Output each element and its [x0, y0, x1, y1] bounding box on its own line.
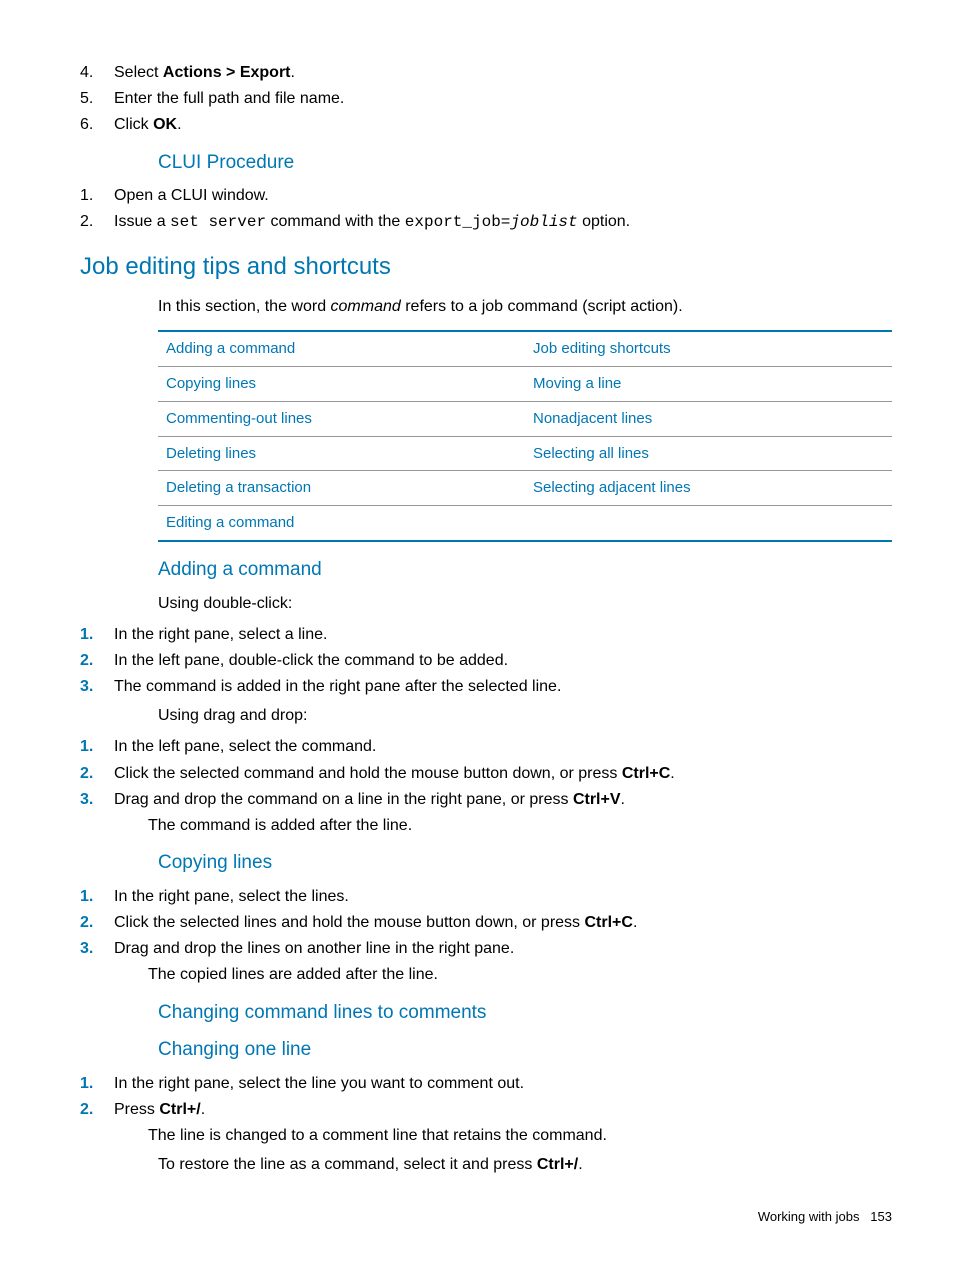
- table-row: Commenting-out linesNonadjacent lines: [158, 401, 892, 436]
- list-item: 1.In the right pane, select the lines.: [80, 885, 892, 908]
- list-item: 2.Click the selected lines and hold the …: [80, 911, 892, 934]
- topic-link[interactable]: Selecting all lines: [525, 436, 892, 471]
- topic-link-table: Adding a commandJob editing shortcutsCop…: [158, 330, 892, 542]
- list-item: 5.Enter the full path and file name.: [80, 87, 892, 110]
- heading-adding-command: Adding a command: [158, 556, 892, 584]
- lead-using-double-click: Using double-click:: [158, 592, 892, 615]
- clui-steps: 1.Open a CLUI window. 2.Issue a set serve…: [80, 184, 892, 234]
- topic-link[interactable]: Deleting a transaction: [158, 471, 525, 506]
- topic-link[interactable]: Commenting-out lines: [158, 401, 525, 436]
- table-row: Copying linesMoving a line: [158, 367, 892, 402]
- topic-link[interactable]: Adding a command: [158, 331, 525, 366]
- list-item: 1.Open a CLUI window.: [80, 184, 892, 207]
- list-item: 2.In the left pane, double-click the com…: [80, 649, 892, 672]
- topic-link[interactable]: Moving a line: [525, 367, 892, 402]
- lead-using-drag-drop: Using drag and drop:: [158, 704, 892, 727]
- top-ordered-list: 4.Select Actions > Export. 5.Enter the fu…: [80, 61, 892, 137]
- table-row: Editing a command: [158, 506, 892, 541]
- topic-link[interactable]: Selecting adjacent lines: [525, 471, 892, 506]
- list-item: 6.Click OK.: [80, 113, 892, 136]
- heading-changing-to-comments: Changing command lines to comments: [158, 999, 892, 1027]
- footer-label: Working with jobs: [758, 1209, 860, 1224]
- restore-paragraph: To restore the line as a command, select…: [158, 1153, 892, 1176]
- footer-page-number: 153: [870, 1209, 892, 1224]
- topic-link[interactable]: Copying lines: [158, 367, 525, 402]
- page: 4.Select Actions > Export. 5.Enter the fu…: [0, 0, 954, 1271]
- adding-steps-2: 1.In the left pane, select the command. 2…: [80, 735, 892, 837]
- list-item: 2.Press Ctrl+/.The line is changed to a …: [80, 1098, 892, 1147]
- topic-link[interactable]: Job editing shortcuts: [525, 331, 892, 366]
- heading-changing-one-line: Changing one line: [158, 1036, 892, 1064]
- copying-steps: 1.In the right pane, select the lines. 2.…: [80, 885, 892, 987]
- list-item: 2.Issue a set server command with the ex…: [80, 210, 892, 234]
- table-row: Deleting a transactionSelecting adjacent…: [158, 471, 892, 506]
- list-item: 3.Drag and drop the command on a line in…: [80, 788, 892, 837]
- changing-steps: 1.In the right pane, select the line you…: [80, 1072, 892, 1148]
- list-item: 2.Click the selected command and hold th…: [80, 762, 892, 785]
- topic-link[interactable]: Deleting lines: [158, 436, 525, 471]
- list-item: 1.In the left pane, select the command.: [80, 735, 892, 758]
- list-item: 1.In the right pane, select a line.: [80, 623, 892, 646]
- topic-link: [525, 506, 892, 541]
- list-item: 1.In the right pane, select the line you…: [80, 1072, 892, 1095]
- heading-clui-procedure: CLUI Procedure: [158, 149, 892, 177]
- list-item: 3.Drag and drop the lines on another lin…: [80, 937, 892, 986]
- page-footer: Working with jobs 153: [758, 1208, 892, 1227]
- list-item: 3.The command is added in the right pane…: [80, 675, 892, 698]
- list-item: 4.Select Actions > Export.: [80, 61, 892, 84]
- table-row: Deleting linesSelecting all lines: [158, 436, 892, 471]
- heading-job-editing-tips: Job editing tips and shortcuts: [80, 250, 892, 285]
- intro-paragraph: In this section, the word command refers…: [158, 295, 892, 318]
- topic-link[interactable]: Editing a command: [158, 506, 525, 541]
- table-row: Adding a commandJob editing shortcuts: [158, 331, 892, 366]
- adding-steps-1: 1.In the right pane, select a line. 2.In …: [80, 623, 892, 699]
- topic-link[interactable]: Nonadjacent lines: [525, 401, 892, 436]
- heading-copying-lines: Copying lines: [158, 849, 892, 877]
